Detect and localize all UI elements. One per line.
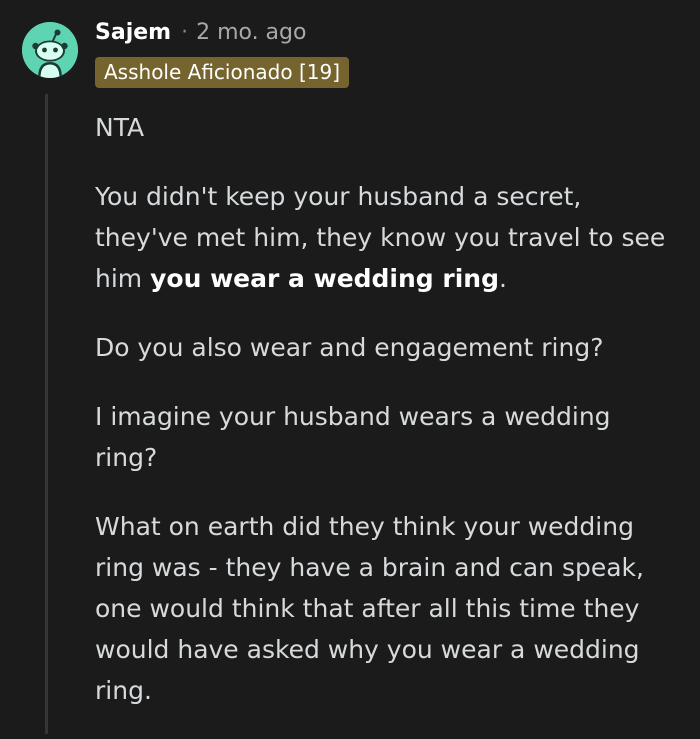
user-flair: Asshole Aficionado [19] [95, 57, 349, 88]
meta-separator: · [181, 19, 189, 45]
comment-text: . [499, 264, 507, 293]
comment-bold-text: you wear a wedding ring [150, 264, 499, 293]
comment-paragraph: I imagine your husband wears a wedding r… [95, 402, 611, 472]
comment: Sajem · 2 mo. ago Asshole Aficionado [19… [0, 0, 700, 734]
comment-paragraph: Do you also wear and engagement ring? [95, 333, 604, 362]
thread-collapse-line[interactable] [45, 94, 48, 734]
reddit-snoo-avatar-icon [22, 22, 78, 78]
comment-paragraph: NTA [95, 113, 145, 142]
comment-paragraph: You didn't keep your husband a secret, t… [95, 176, 675, 299]
user-avatar[interactable] [22, 22, 78, 78]
author-name[interactable]: Sajem [95, 20, 171, 45]
comment-body: NTA You didn't keep your husband a secre… [95, 107, 675, 739]
comment-paragraph: What on earth did they think your weddin… [95, 512, 644, 705]
comment-meta: Sajem · 2 mo. ago [95, 14, 306, 50]
comment-timestamp[interactable]: 2 mo. ago [196, 20, 306, 45]
